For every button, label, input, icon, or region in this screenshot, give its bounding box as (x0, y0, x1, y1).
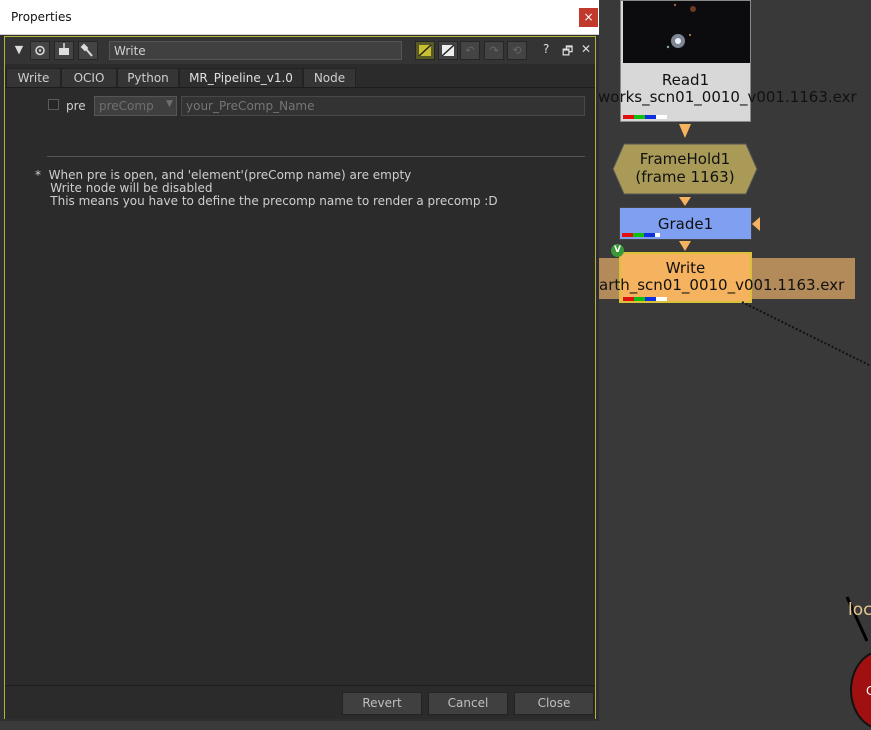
wrench-icon[interactable] (78, 41, 98, 60)
panel-footer: Revert Cancel Close (5, 685, 595, 719)
close-window-button[interactable]: × (579, 8, 598, 27)
node-input-icon[interactable] (54, 41, 74, 60)
chevron-down-icon: ▼ (166, 99, 173, 109)
redo-icon[interactable]: ↷ (484, 41, 504, 60)
precomp-type-value: preComp (99, 99, 154, 113)
partial-red-node-text: C (866, 684, 871, 698)
properties-panel: ▼ ↶ ↷ ⟲ ? 🗗 ✕ Write (4, 36, 596, 719)
node-name-input[interactable] (109, 41, 402, 60)
framehold-frame: (frame 1163) (635, 168, 735, 186)
grade-channel-bar (622, 233, 660, 237)
pre-checkbox[interactable] (48, 99, 59, 110)
tab-python[interactable]: Python (117, 68, 179, 87)
tab-ocio[interactable]: OCIO (61, 68, 117, 87)
panel-header: ▼ ↶ ↷ ⟲ ? 🗗 ✕ (5, 37, 595, 64)
write-output-link (741, 301, 871, 367)
window-titlebar[interactable]: Properties × (0, 0, 599, 35)
write-channel-bar (623, 297, 667, 301)
tab-mr-pipeline[interactable]: MR_Pipeline_v1.0 (179, 68, 303, 87)
window-title: Properties (11, 10, 72, 24)
collapse-triangle-icon[interactable]: ▼ (9, 41, 29, 60)
close-panel-icon[interactable]: ✕ (581, 42, 591, 56)
help-note: * When pre is open, and 'element'(preCom… (35, 168, 498, 208)
read-thumbnail (623, 1, 750, 63)
pre-label: pre (66, 99, 86, 113)
partial-node-label: loc (848, 600, 871, 620)
float-panel-icon[interactable]: 🗗 (562, 42, 573, 63)
font-color-swatch-icon[interactable] (438, 41, 458, 60)
framehold-title: FrameHold1 (639, 150, 731, 168)
revert-button[interactable]: Revert (342, 692, 422, 715)
read-to-framehold-arrow (679, 124, 691, 138)
grade-to-write-arrow (679, 241, 691, 251)
grade-node[interactable]: Grade1 (619, 207, 752, 240)
cancel-button[interactable]: Cancel (428, 692, 508, 715)
center-node-icon[interactable] (30, 41, 50, 60)
read-channel-bar (623, 115, 667, 119)
grade-node-title: Grade1 (657, 215, 714, 233)
grade-mask-input-arrow[interactable] (752, 217, 760, 231)
node-color-swatch-icon[interactable] (415, 41, 435, 60)
revert-all-icon[interactable]: ⟲ (507, 41, 527, 60)
help-icon[interactable]: ? (543, 42, 549, 56)
framehold-to-grade-arrow (679, 197, 691, 206)
viewer-badge-icon: V (611, 244, 624, 257)
write-file-label: arth_scn01_0010_v001.1163.exr (599, 276, 845, 294)
section-divider (47, 156, 585, 157)
tab-bar: Write OCIO Python MR_Pipeline_v1.0 Node (5, 66, 595, 88)
precomp-name-input[interactable] (181, 96, 585, 116)
tab-write[interactable]: Write (6, 68, 61, 87)
read-file-label: works_scn01_0010_v001.1163.exr (598, 88, 857, 106)
close-button[interactable]: Close (514, 692, 594, 715)
write-node-title: Write (665, 259, 706, 277)
undo-icon[interactable]: ↶ (460, 41, 480, 60)
precomp-type-dropdown[interactable]: preComp ▼ (94, 96, 177, 116)
properties-window: Properties × ▼ ↶ ↷ ⟲ ? 🗗 (0, 0, 599, 721)
read-node-title: Read1 (661, 71, 710, 89)
tab-node[interactable]: Node (303, 68, 356, 87)
framehold-node[interactable]: FrameHold1 (frame 1163) (612, 143, 758, 195)
